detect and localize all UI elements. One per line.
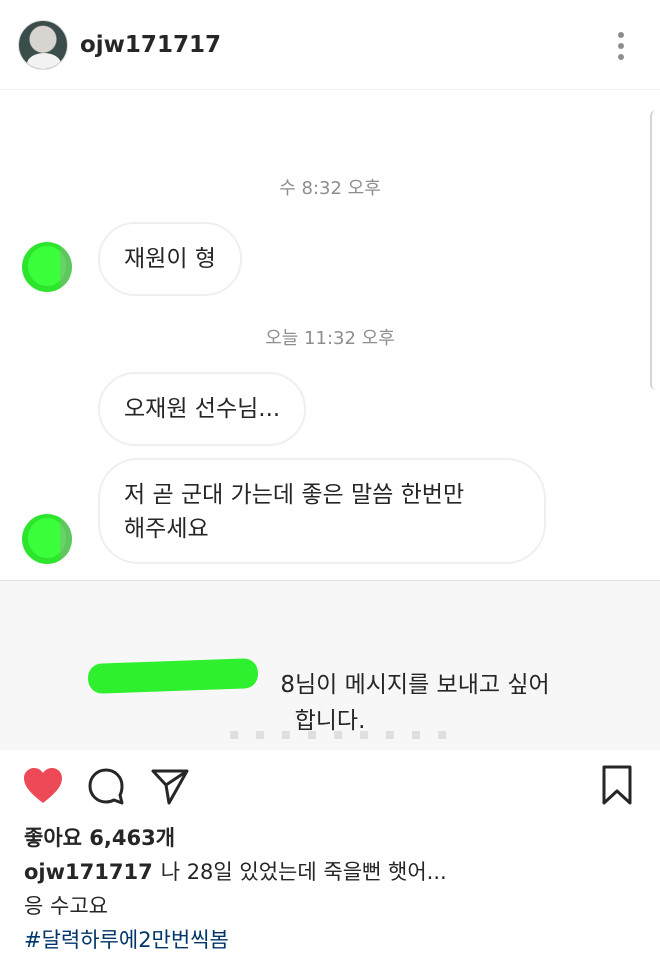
message-text-line: 해주세요 (124, 516, 209, 542)
message-text: 재원이 형 (124, 246, 216, 272)
likes-count[interactable]: 좋아요 6,463개 (24, 822, 175, 852)
message-timestamp: 오늘 11:32 오후 (265, 328, 395, 349)
profile-avatar[interactable] (18, 20, 68, 70)
post-image[interactable]: 수 8:32 오후 재원이 형 오늘 11:32 오후 오재원 선수님... 저… (0, 90, 660, 750)
sender-avatar (22, 514, 72, 564)
comment-icon[interactable] (86, 766, 126, 806)
caption-text: 나 28일 있었는데 죽을뻔 햇어... (160, 860, 447, 884)
message-timestamp: 수 8:32 오후 (279, 178, 381, 199)
caption: ojw171717 나 28일 있었는데 죽을뻔 햇어... (24, 856, 447, 886)
caption-username[interactable]: ojw171717 (24, 860, 153, 884)
post-username[interactable]: ojw171717 (80, 32, 221, 58)
message-request-panel: 8님이 메시지를 보내고 싶어 합니다. (0, 580, 660, 750)
request-text-line: 8님이 메시지를 보내고 싶어 (280, 672, 550, 698)
more-vertical-icon[interactable] (612, 30, 630, 62)
request-text-line: 합니다. (294, 708, 366, 734)
heart-icon[interactable] (22, 766, 64, 806)
message-text: 오재원 선수님... (124, 396, 281, 422)
message-text-line: 저 곧 군대 가는데 좋은 말씀 한번만 (124, 482, 465, 508)
hashtag-link[interactable]: #달력하루에2만번씩봄 (24, 924, 229, 954)
caption-line: 응 수고요 (24, 894, 108, 918)
share-icon[interactable] (150, 766, 190, 806)
bookmark-icon[interactable] (600, 764, 634, 806)
message-bubble: 저 곧 군대 가는데 좋은 말씀 한번만 해주세요 (98, 458, 546, 564)
faded-text (230, 731, 450, 739)
post-header: ojw171717 (0, 0, 660, 90)
message-bubble: 재원이 형 (98, 222, 242, 296)
message-bubble: 오재원 선수님... (98, 372, 307, 446)
sender-avatar (22, 242, 72, 292)
